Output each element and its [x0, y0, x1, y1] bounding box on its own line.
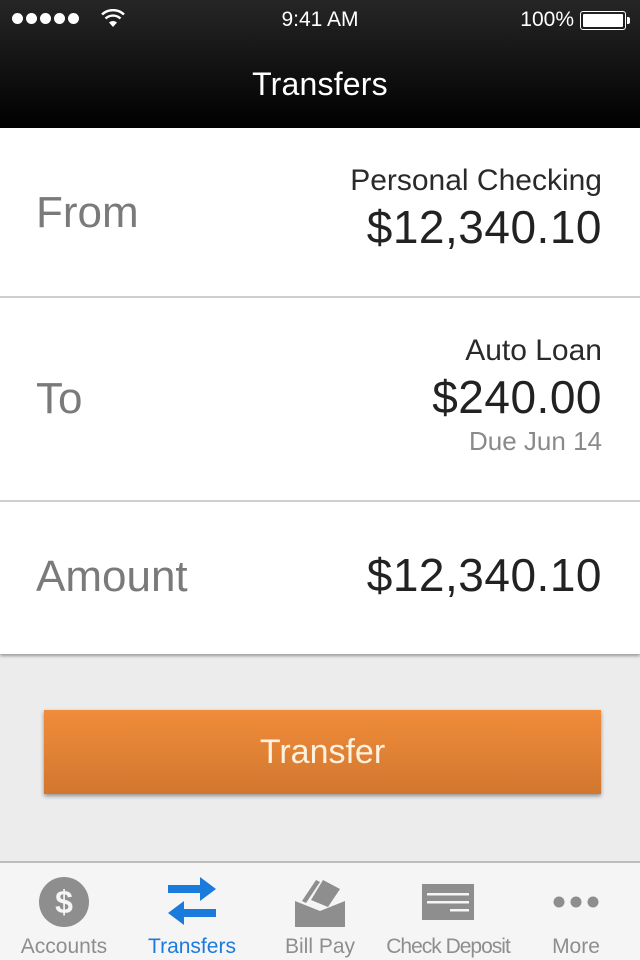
page-title: Transfers	[252, 66, 388, 102]
tab-check-deposit[interactable]: Check Deposit	[384, 863, 512, 960]
tab-label: Check Deposit	[386, 935, 511, 958]
check-icon	[422, 884, 474, 920]
tab-more[interactable]: More	[512, 863, 640, 960]
status-bar: 9:41 AM 100%	[0, 8, 640, 34]
amount-row[interactable]: Amount $12,340.10	[0, 502, 640, 654]
bill-envelope-icon	[295, 880, 345, 927]
tab-label: Bill Pay	[284, 935, 356, 958]
tab-transfers[interactable]: Transfers	[128, 863, 256, 960]
tab-label: Transfers	[148, 935, 236, 958]
tab-accounts[interactable]: $ Accounts	[0, 863, 128, 960]
tab-bill-pay[interactable]: Bill Pay	[256, 863, 384, 960]
tab-label: Accounts	[20, 935, 108, 958]
transfer-button[interactable]: Transfer	[44, 710, 601, 794]
to-account-due-date: Due Jun 14	[469, 426, 602, 456]
battery-percent: 100%	[520, 8, 574, 31]
to-label: To	[36, 374, 83, 423]
svg-text:$: $	[55, 884, 73, 920]
to-account-row[interactable]: To Auto Loan $240.00 Due Jun 14	[0, 298, 640, 502]
from-account-balance: $12,340.10	[366, 201, 602, 253]
from-label: From	[36, 188, 139, 237]
transfer-arrows-icon	[168, 877, 216, 925]
from-account-row[interactable]: From Personal Checking $12,340.10	[0, 128, 640, 298]
tab-label: More	[552, 935, 600, 958]
from-account-name: Personal Checking	[350, 164, 602, 197]
top-bar: 9:41 AM 100% Transfers	[0, 0, 640, 128]
more-dots-icon	[553, 896, 599, 908]
battery-icon	[580, 11, 630, 30]
amount-value[interactable]: $12,340.10	[367, 548, 602, 602]
amount-label: Amount	[36, 552, 188, 601]
tab-bar: $ Accounts Transfers Bill Pay Check Depo…	[0, 861, 640, 960]
transfer-form: From Personal Checking $12,340.10 To Aut…	[0, 128, 640, 654]
to-account-name: Auto Loan	[465, 334, 602, 367]
dollar-circle-icon: $	[39, 877, 89, 927]
to-account-amount: $240.00	[432, 371, 602, 423]
